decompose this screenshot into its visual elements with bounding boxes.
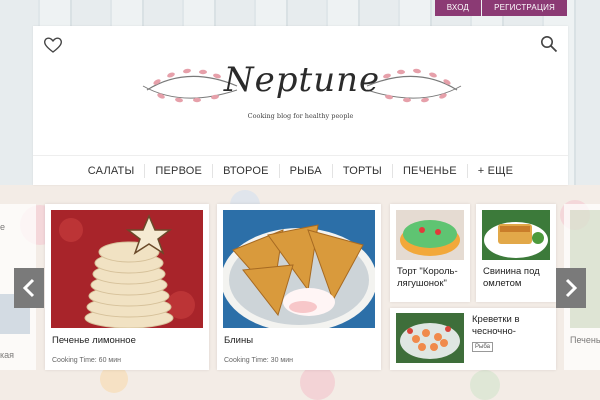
register-button[interactable]: РЕГИСТРАЦИЯ [482, 0, 567, 16]
site-subtitle: Cooking blog for healthy people [247, 112, 354, 120]
cookies-photo [51, 210, 203, 328]
blini-photo [223, 210, 375, 328]
shrimp-photo [396, 313, 464, 363]
recipe-image[interactable] [396, 210, 464, 260]
frog-cake-photo [396, 210, 464, 260]
pork-omelet-photo [482, 210, 550, 260]
recipe-title[interactable]: Креветки в чесночно- [472, 314, 542, 338]
recipe-image[interactable] [51, 210, 203, 328]
auth-bar: ВХОД РЕГИСТРАЦИЯ [434, 0, 567, 16]
recipe-title[interactable]: Торт "Король-лягушонок" [397, 266, 467, 290]
partial-card-title: кая [0, 350, 15, 360]
cooking-time: Cooking Time: 60 мин [52, 357, 122, 364]
nav-item-salads[interactable]: САЛАТЫ [78, 164, 146, 178]
partial-card-title: Печень [570, 335, 600, 345]
chevron-left-icon [22, 278, 35, 298]
recipe-card-shrimp[interactable]: Креветки в чесночно- Рыба [390, 308, 556, 370]
recipe-card-blini[interactable]: Блины Cooking Time: 30 мин [217, 204, 381, 370]
search-icon[interactable] [540, 35, 558, 53]
site-header: Neptune Cooking blog for healthy people … [33, 26, 568, 185]
heart-icon[interactable] [43, 36, 63, 54]
category-tag[interactable]: Рыба [472, 342, 493, 352]
nav-item-cakes[interactable]: ТОРТЫ [333, 164, 393, 178]
recipe-image[interactable] [482, 210, 550, 260]
recipe-title[interactable]: Блины [224, 335, 253, 347]
site-title: Neptune [223, 60, 381, 100]
slider-prev-button[interactable] [14, 268, 44, 308]
nav-item-cookies[interactable]: ПЕЧЕНЬЕ [393, 164, 468, 178]
recipe-card-frog-cake[interactable]: Торт "Король-лягушонок" [390, 204, 470, 302]
recipe-card-pork-omelet[interactable]: Свинина под омлетом [476, 204, 556, 302]
main-nav: САЛАТЫ ПЕРВОЕ ВТОРОЕ РЫБА ТОРТЫ ПЕЧЕНЬЕ … [33, 155, 568, 186]
chevron-right-icon [565, 278, 578, 298]
nav-item-second-course[interactable]: ВТОРОЕ [213, 164, 280, 178]
recipe-card-cookies[interactable]: Печенье лимонное Cooking Time: 60 мин [45, 204, 209, 370]
nav-item-first-course[interactable]: ПЕРВОЕ [145, 164, 214, 178]
recipe-image[interactable] [223, 210, 375, 328]
login-button[interactable]: ВХОД [434, 0, 482, 16]
recipe-title[interactable]: Свинина под омлетом [483, 266, 553, 290]
recipe-image[interactable] [396, 313, 464, 363]
cooking-time: Cooking Time: 30 мин [224, 357, 294, 364]
nav-item-fish[interactable]: РЫБА [280, 164, 333, 178]
nav-item-more[interactable]: + ЕЩЕ [468, 164, 523, 178]
partial-card-top-text: е [0, 222, 6, 232]
recipe-title[interactable]: Печенье лимонное [52, 335, 136, 347]
slider-next-button[interactable] [556, 268, 586, 308]
